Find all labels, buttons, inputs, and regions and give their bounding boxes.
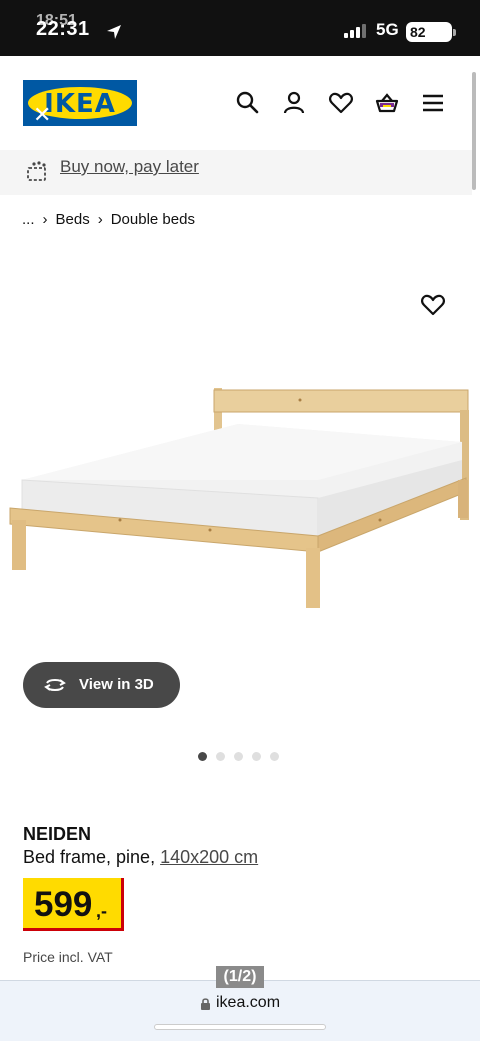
close-icon: ✕ — [33, 102, 52, 127]
price-tag: 599 ,- — [23, 878, 124, 931]
rotate-3d-icon — [44, 679, 66, 691]
home-indicator[interactable] — [154, 1024, 326, 1030]
page-scrollbar[interactable] — [472, 72, 476, 190]
basket-icon[interactable] — [374, 90, 400, 116]
url-display[interactable]: ikea.com — [200, 994, 280, 1012]
price-value: 599 — [34, 885, 93, 924]
heart-icon[interactable] — [328, 90, 354, 116]
breadcrumb-item-double-beds[interactable]: Double beds — [111, 211, 195, 228]
menu-icon[interactable] — [420, 90, 446, 116]
breadcrumb: ... › Beds › Double beds — [22, 211, 195, 228]
breadcrumb-item-beds[interactable]: Beds — [56, 211, 90, 228]
network-type: 5G — [376, 20, 399, 39]
carousel-dot[interactable] — [234, 752, 243, 761]
page-indicator: (1/2) — [216, 966, 264, 988]
product-image-bed-frame[interactable] — [0, 380, 480, 620]
price-suffix: ,- — [96, 901, 107, 921]
product-description-text: Bed frame, pine, — [23, 847, 156, 867]
view-in-3d-button[interactable]: View in 3D — [23, 662, 180, 708]
url-text: ikea.com — [216, 994, 281, 1011]
battery-icon: 82 — [406, 20, 456, 44]
status-bar: 18:51 22:31 5G 82 — [0, 0, 480, 56]
view-in-3d-label: View in 3D — [79, 676, 154, 693]
add-to-wishlist-heart-icon[interactable] — [420, 292, 446, 318]
search-icon[interactable] — [235, 90, 261, 116]
product-name: NEIDEN — [23, 824, 92, 844]
chevron-right-icon: › — [97, 211, 103, 228]
product-description: Bed frame, pine, 140x200 cm — [23, 847, 258, 868]
cellular-signal-icon — [344, 24, 366, 38]
carousel-dot[interactable] — [198, 752, 207, 761]
product-size-link[interactable]: 140x200 cm — [160, 847, 258, 867]
chevron-right-icon: › — [42, 211, 48, 228]
buy-now-pay-later-link[interactable]: Buy now, pay later — [60, 157, 199, 177]
lock-icon — [201, 997, 210, 1010]
location-arrow-icon — [107, 25, 121, 39]
carousel-dot[interactable] — [270, 752, 279, 761]
installment-icon — [27, 161, 46, 181]
ikea-logo[interactable]: IKEA ✕ — [23, 80, 137, 127]
site-header: IKEA ✕ — [0, 56, 480, 150]
carousel-dot[interactable] — [252, 752, 261, 761]
carousel-dot[interactable] — [216, 752, 225, 761]
buy-now-pay-later-banner[interactable]: Buy now, pay later — [0, 150, 472, 195]
account-icon[interactable] — [281, 90, 307, 116]
vat-note: Price incl. VAT — [23, 949, 113, 965]
breadcrumb-ellipsis[interactable]: ... — [22, 211, 35, 228]
status-time: 22:31 — [36, 18, 90, 40]
battery-level: 82 — [410, 24, 426, 40]
image-carousel-dots — [198, 752, 279, 761]
